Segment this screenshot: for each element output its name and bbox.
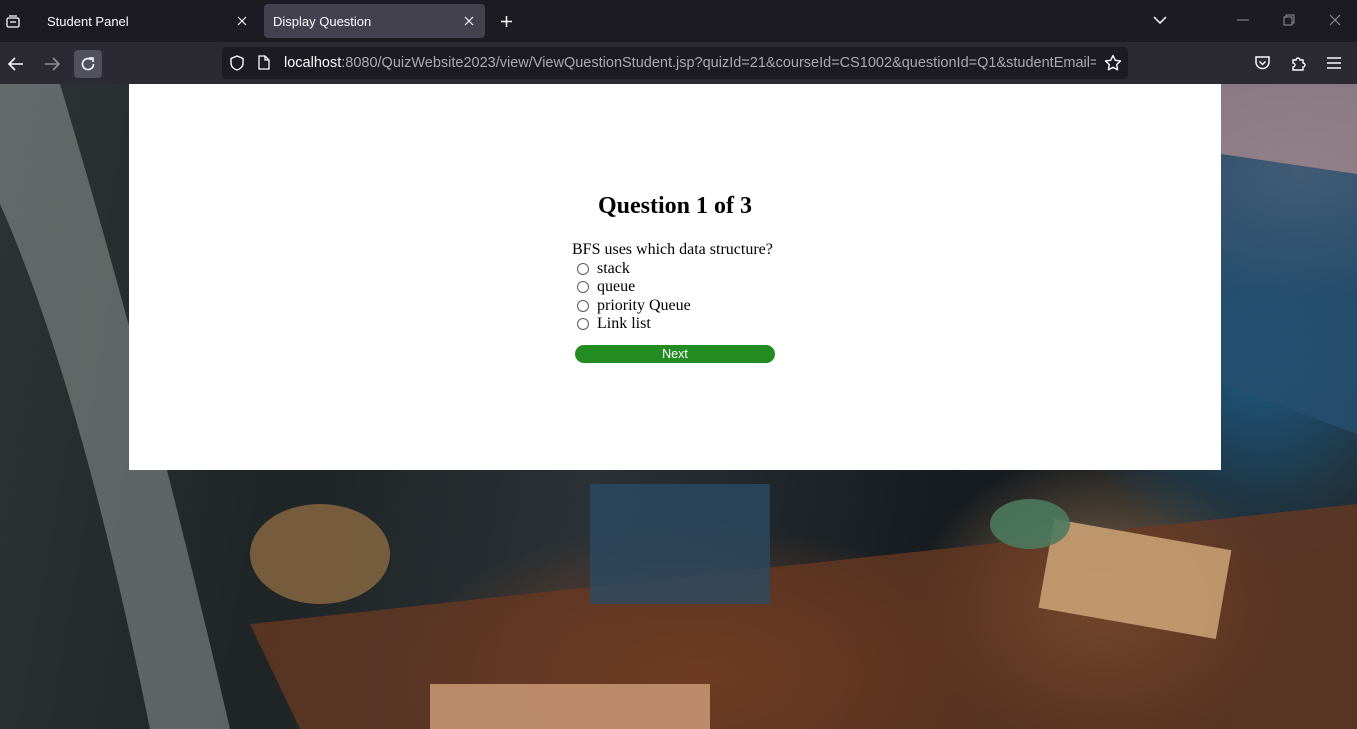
tab-student-panel[interactable]: Student Panel — [38, 4, 258, 38]
minimize-icon[interactable] — [1230, 8, 1256, 32]
question-panel: Question 1 of 3 BFS uses which data stru… — [129, 84, 1221, 470]
close-icon[interactable] — [234, 13, 250, 29]
close-window-icon[interactable] — [1322, 8, 1348, 32]
url-host: localhost — [284, 55, 342, 71]
firefox-view-icon[interactable] — [2, 9, 24, 33]
page-info-icon[interactable] — [258, 55, 270, 75]
option-label: stack — [597, 260, 630, 277]
chevron-down-icon[interactable] — [1150, 10, 1170, 30]
radio-button[interactable] — [577, 281, 589, 293]
option-stack[interactable]: stack — [577, 260, 630, 278]
tab-label: Display Question — [273, 13, 372, 29]
navigation-toolbar: localhost:8080/QuizWebsite2023/view/View… — [0, 42, 1357, 84]
option-label: priority Queue — [597, 297, 691, 314]
reload-icon[interactable] — [74, 50, 102, 78]
url-bar[interactable]: localhost:8080/QuizWebsite2023/view/View… — [222, 47, 1128, 79]
tab-label: Student Panel — [47, 13, 129, 29]
close-icon[interactable] — [461, 13, 477, 29]
option-queue[interactable]: queue — [577, 278, 635, 296]
shield-icon[interactable] — [230, 55, 244, 76]
question-text: BFS uses which data structure? — [572, 241, 773, 258]
pocket-icon[interactable] — [1251, 52, 1273, 74]
plus-icon[interactable] — [495, 10, 517, 32]
radio-button[interactable] — [577, 318, 589, 330]
star-icon[interactable] — [1104, 54, 1122, 77]
option-label: Link list — [597, 315, 651, 332]
next-button[interactable]: Next — [575, 345, 775, 363]
page-background: Question 1 of 3 BFS uses which data stru… — [0, 84, 1357, 729]
puzzle-icon[interactable] — [1287, 52, 1309, 74]
question-heading: Question 1 of 3 — [597, 193, 752, 219]
back-arrow-icon[interactable] — [2, 50, 30, 78]
url-path: :8080/QuizWebsite2023/view/ViewQuestionS… — [341, 55, 1096, 71]
radio-button[interactable] — [577, 300, 589, 312]
forward-arrow-icon[interactable] — [38, 50, 66, 78]
hamburger-icon[interactable] — [1323, 52, 1345, 74]
url-text[interactable]: localhost:8080/QuizWebsite2023/view/View… — [284, 55, 1096, 71]
restore-icon[interactable] — [1276, 8, 1302, 32]
radio-button[interactable] — [577, 263, 589, 275]
tab-display-question[interactable]: Display Question — [264, 4, 485, 38]
option-label: queue — [597, 278, 636, 295]
option-priority-queue[interactable]: priority Queue — [577, 297, 691, 315]
tab-strip: Student Panel Display Question — [0, 0, 1357, 42]
option-link-list[interactable]: Link list — [577, 315, 651, 333]
